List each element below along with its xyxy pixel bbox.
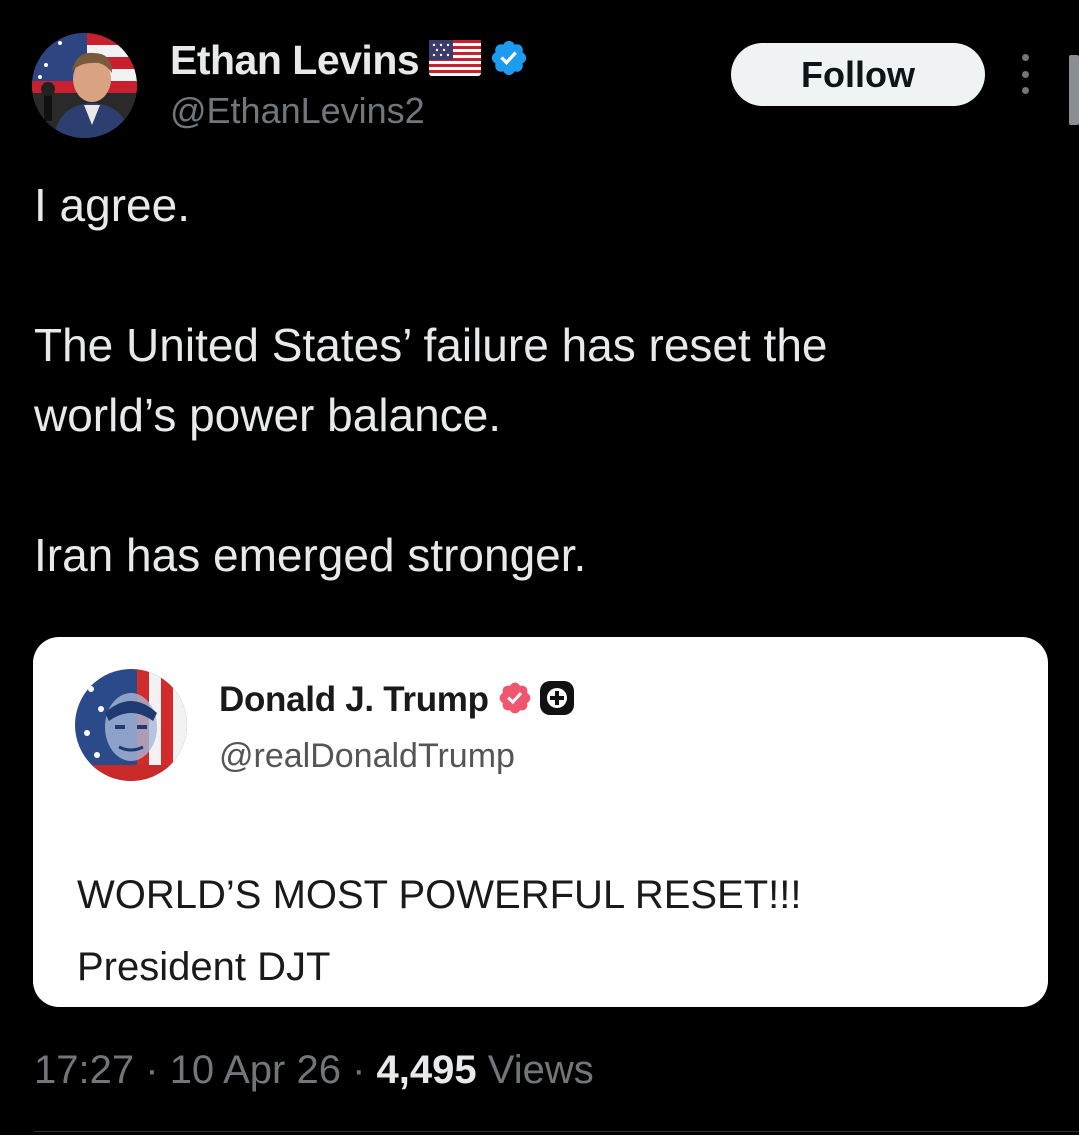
- author-handle[interactable]: @EthanLevins2: [170, 90, 425, 132]
- plus-icon: [539, 680, 575, 721]
- author-name-row: Ethan Levins: [170, 34, 529, 86]
- tweet-paragraph: I agree.: [34, 179, 190, 231]
- quoted-author-name-row: Donald J. Trump: [219, 679, 575, 721]
- quoted-post-line: President DJT: [77, 945, 331, 989]
- views-label: Views: [487, 1048, 594, 1092]
- author-display-name[interactable]: Ethan Levins: [170, 37, 420, 84]
- quoted-post-text: WORLD’S MOST POWERFUL RESET!!! President…: [77, 859, 802, 1003]
- us-flag-icon: [429, 39, 482, 81]
- verified-badge-icon[interactable]: [489, 38, 529, 83]
- quoted-author-display-name[interactable]: Donald J. Trump: [219, 680, 489, 720]
- author-avatar[interactable]: [32, 33, 137, 138]
- meta-separator: ·: [145, 1048, 159, 1092]
- tweet-meta: 17:27 · 10 Apr 26 · 4,495 Views: [34, 1048, 594, 1093]
- views-count: 4,495: [376, 1048, 477, 1092]
- more-vertical-icon[interactable]: [1011, 54, 1039, 94]
- tweet-paragraph: world’s power balance.: [34, 389, 502, 441]
- divider: [34, 1131, 1079, 1132]
- scrollbar[interactable]: [1069, 55, 1079, 125]
- tweet-time[interactable]: 17:27: [34, 1048, 134, 1092]
- tweet-date[interactable]: 10 Apr 26: [170, 1048, 341, 1092]
- quoted-post-card[interactable]: Donald J. Trump @realDonaldTrump WORLD’S…: [33, 637, 1048, 1007]
- meta-separator: ·: [352, 1048, 366, 1092]
- follow-button[interactable]: Follow: [731, 43, 985, 106]
- tweet-body: I agree. The United States’ failure has …: [34, 170, 1044, 590]
- tweet-paragraph: The United States’ failure has reset the: [34, 319, 828, 371]
- tweet-paragraph: Iran has emerged stronger.: [34, 529, 587, 581]
- quoted-post-line: WORLD’S MOST POWERFUL RESET!!!: [77, 873, 802, 917]
- quoted-author-avatar[interactable]: [75, 669, 187, 781]
- quoted-author-handle[interactable]: @realDonaldTrump: [219, 737, 515, 776]
- verified-badge-icon: [497, 680, 533, 721]
